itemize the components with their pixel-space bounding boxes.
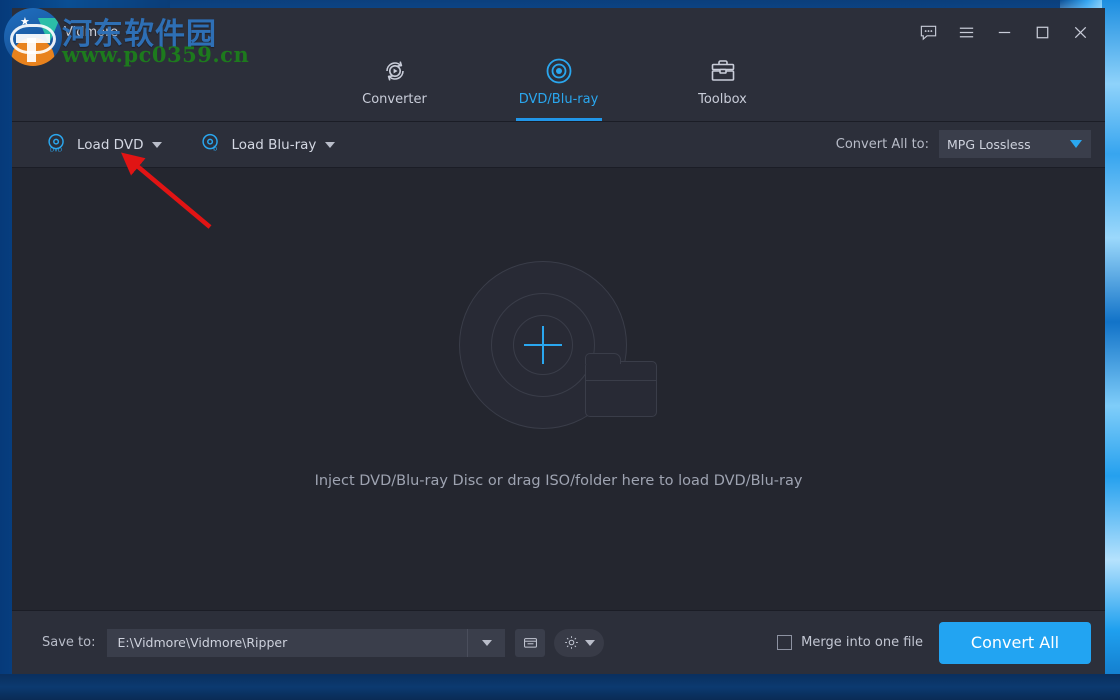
convert-all-to-group: Convert All to: MPG Lossless <box>836 130 1091 158</box>
load-dvd-button[interactable]: DVD Load DVD <box>40 130 168 160</box>
disc-icon <box>545 56 573 86</box>
output-format-value: MPG Lossless <box>947 136 1031 152</box>
converter-icon <box>381 56 409 86</box>
title-bar: Vidmore Converter DVD/Blu-ray Toolbox <box>12 8 1105 122</box>
toolbox-icon <box>709 56 737 86</box>
tab-converter-label: Converter <box>362 92 427 107</box>
save-to-label: Save to: <box>42 635 96 650</box>
output-format-select[interactable]: MPG Lossless <box>939 130 1091 158</box>
settings-chevron-down-icon <box>585 639 596 646</box>
window-controls <box>911 16 1097 48</box>
tab-toolbox[interactable]: Toolbox <box>670 56 776 117</box>
format-chevron-down-icon <box>1070 140 1082 148</box>
load-bluray-button[interactable]: b Load Blu-ray <box>194 130 341 160</box>
wallpaper-bottom-strip <box>0 674 1120 700</box>
svg-text:DVD: DVD <box>50 147 62 153</box>
minimize-icon[interactable] <box>987 16 1021 48</box>
disc-and-folder-icon <box>458 261 659 441</box>
close-icon[interactable] <box>1063 16 1097 48</box>
gear-icon <box>565 636 579 649</box>
load-dvd-label: Load DVD <box>77 136 144 153</box>
save-path-field[interactable] <box>107 628 506 657</box>
tab-converter[interactable]: Converter <box>342 56 448 117</box>
load-bluray-icon: b <box>200 132 222 158</box>
folder-shape-icon <box>584 353 657 417</box>
folder-icon <box>524 638 537 648</box>
bottom-bar: Save to: Merge into one file <box>12 610 1105 674</box>
load-dvd-chevron-down-icon[interactable] <box>152 141 163 148</box>
media-dropzone[interactable]: Inject DVD/Blu-ray Disc or drag ISO/fold… <box>12 168 1105 610</box>
merge-checkbox-box[interactable] <box>777 635 793 650</box>
menu-icon[interactable] <box>949 16 983 48</box>
dropzone-hint-text: Inject DVD/Blu-ray Disc or drag ISO/fold… <box>314 473 803 489</box>
application-window: Vidmore Converter DVD/Blu-ray Toolbox DV… <box>12 8 1105 674</box>
svg-text:b: b <box>214 144 218 152</box>
load-dvd-icon: DVD <box>46 132 68 158</box>
merge-into-one-file-checkbox[interactable]: Merge into one file <box>777 635 923 650</box>
toolbar: DVD Load DVD b Load Blu-ray Convert All … <box>12 122 1105 168</box>
load-bluray-label: Load Blu-ray <box>231 136 317 153</box>
app-title: Vidmore <box>64 25 119 40</box>
convert-all-button-label: Convert All <box>970 633 1060 652</box>
merge-checkbox-label: Merge into one file <box>801 635 923 650</box>
load-bluray-chevron-down-icon[interactable] <box>325 141 336 148</box>
tab-toolbox-label: Toolbox <box>698 92 747 107</box>
maximize-icon[interactable] <box>1025 16 1059 48</box>
add-plus-icon-vertical <box>541 326 544 364</box>
output-settings-button[interactable] <box>554 628 605 657</box>
feedback-icon[interactable] <box>911 16 945 48</box>
browse-folder-button[interactable] <box>515 628 546 657</box>
save-path-chevron-down-icon[interactable] <box>467 628 505 657</box>
tab-dvd-bluray-label: DVD/Blu-ray <box>518 92 599 107</box>
convert-all-button[interactable]: Convert All <box>939 621 1091 664</box>
convert-all-to-label: Convert All to: <box>835 136 929 152</box>
tab-dvd-bluray[interactable]: DVD/Blu-ray <box>506 56 612 121</box>
main-nav-tabs: Converter DVD/Blu-ray Toolbox <box>12 56 1105 121</box>
save-path-input[interactable] <box>107 628 468 657</box>
